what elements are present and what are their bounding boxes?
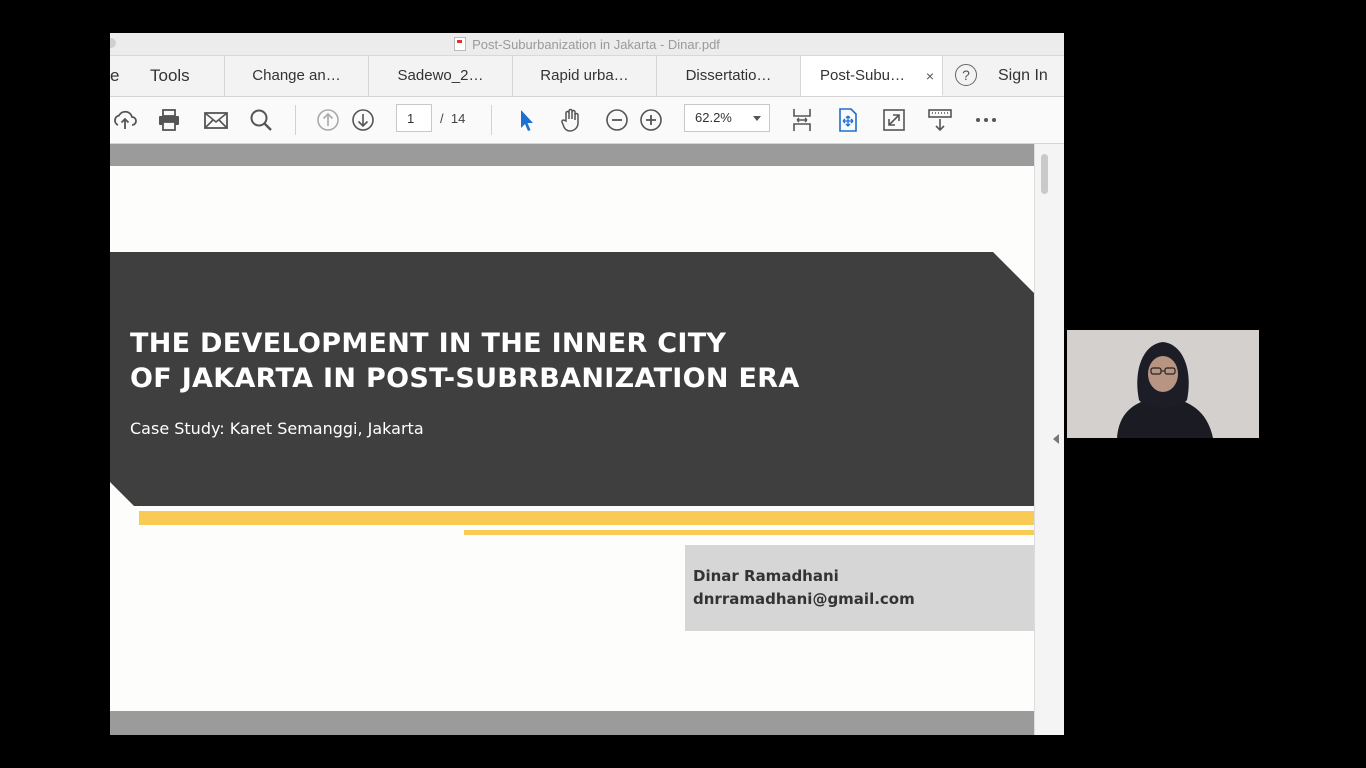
tab-label: Sadewo_2…	[397, 67, 484, 84]
author-box: Dinar Ramadhani dnrramadhani@gmail.com	[685, 545, 1034, 631]
document-area[interactable]: THE DEVELOPMENT IN THE INNER CITY OF JAK…	[110, 144, 1064, 735]
read-mode-icon[interactable]	[927, 107, 953, 133]
email-icon[interactable]	[203, 107, 229, 133]
fit-page-icon[interactable]	[835, 107, 861, 133]
toolbar: 1 / 14 62.2%	[110, 97, 1064, 144]
upload-icon[interactable]	[112, 107, 138, 133]
accent-stripe-thin	[464, 530, 1034, 535]
scrollbar-thumb[interactable]	[1041, 154, 1048, 194]
select-tool-icon[interactable]	[513, 107, 539, 133]
tab-bar: e Tools Change an… Sadewo_2… Rapid urba……	[110, 56, 1064, 97]
slide-title: THE DEVELOPMENT IN THE INNER CITY OF JAK…	[130, 326, 800, 396]
window-title-text: Post-Suburbanization in Jakarta - Dinar.…	[472, 37, 720, 52]
close-tab-icon[interactable]: ×	[926, 56, 934, 95]
tab-tools-label[interactable]: Tools	[150, 56, 190, 96]
fullscreen-icon[interactable]	[881, 107, 907, 133]
tab-document-active[interactable]: Post-Subu… ×	[801, 56, 943, 96]
tab-home-tools[interactable]: e Tools	[110, 56, 225, 96]
tab-label: Rapid urba…	[540, 67, 629, 84]
tab-label: Dissertatio…	[685, 67, 772, 84]
page-gutter	[110, 144, 1034, 166]
page-total: / 14	[440, 111, 465, 126]
page-total-value: 14	[450, 111, 466, 126]
pdf-page: THE DEVELOPMENT IN THE INNER CITY OF JAK…	[110, 166, 1034, 711]
toolbar-divider	[295, 105, 296, 135]
page-separator: /	[440, 111, 444, 126]
hand-tool-icon[interactable]	[558, 107, 584, 133]
tab-home-label[interactable]: e	[110, 56, 119, 96]
pdf-file-icon	[454, 37, 467, 51]
author-name: Dinar Ramadhani	[693, 567, 839, 585]
zoom-level-select[interactable]: 62.2%	[684, 104, 770, 132]
accent-stripe	[139, 511, 1034, 525]
page-number-input[interactable]: 1	[396, 104, 432, 132]
toolbar-divider	[491, 105, 492, 135]
tab-document[interactable]: Dissertatio…	[657, 56, 801, 96]
zoom-in-icon[interactable]	[638, 107, 664, 133]
more-icon[interactable]	[973, 107, 999, 133]
tab-document[interactable]: Rapid urba…	[513, 56, 657, 96]
page-view-icon[interactable]	[789, 107, 815, 133]
tab-label: Post-Subu…	[819, 67, 906, 84]
slide-subtitle: Case Study: Karet Semanggi, Jakarta	[130, 419, 424, 438]
slide-title-line1: THE DEVELOPMENT IN THE INNER CITY	[130, 328, 727, 359]
sign-in-button[interactable]: Sign In	[998, 56, 1048, 96]
tab-document[interactable]: Sadewo_2…	[369, 56, 513, 96]
help-icon[interactable]: ?	[955, 64, 977, 86]
next-page-icon[interactable]	[350, 107, 376, 133]
chevron-down-icon	[753, 116, 761, 121]
zoom-level-value: 62.2%	[695, 110, 732, 125]
presenter-video-icon	[1067, 330, 1259, 438]
tab-document[interactable]: Change an…	[225, 56, 369, 96]
collapse-panel-icon[interactable]	[1053, 434, 1059, 444]
zoom-out-icon[interactable]	[604, 107, 630, 133]
author-email: dnrramadhani@gmail.com	[693, 590, 915, 608]
prev-page-icon[interactable]	[315, 107, 341, 133]
slide-title-line2: OF JAKARTA IN POST-SUBRBANIZATION ERA	[130, 363, 800, 394]
window-title: Post-Suburbanization in Jakarta - Dinar.…	[110, 37, 1064, 52]
vertical-scrollbar[interactable]	[1034, 144, 1064, 735]
tab-label: Change an…	[252, 67, 341, 84]
print-icon[interactable]	[156, 107, 182, 133]
search-icon[interactable]	[248, 107, 274, 133]
pdf-viewer-window: Post-Suburbanization in Jakarta - Dinar.…	[110, 33, 1064, 735]
title-bar: Post-Suburbanization in Jakarta - Dinar.…	[110, 33, 1064, 56]
page-gutter	[110, 711, 1034, 735]
